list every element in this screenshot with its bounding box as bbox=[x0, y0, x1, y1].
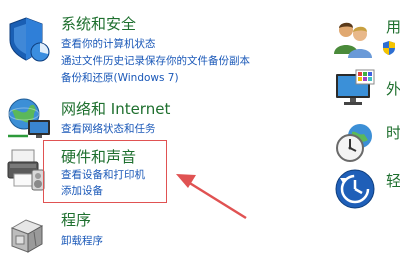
category-title-programs[interactable]: 程序 bbox=[61, 211, 91, 229]
programs-box-icon[interactable] bbox=[8, 212, 46, 256]
ease-of-access-icon[interactable] bbox=[334, 168, 376, 210]
link-view-network-status[interactable]: 查看网络状态和任务 bbox=[61, 123, 156, 136]
link-file-history[interactable]: 通过文件历史记录保存你的文件备份副本 bbox=[61, 55, 250, 68]
users-icon[interactable] bbox=[333, 18, 373, 58]
link-backup-restore[interactable]: 备份和还原(Windows 7) bbox=[61, 72, 179, 85]
network-globe-icon[interactable] bbox=[6, 96, 54, 140]
printer-icon[interactable] bbox=[6, 146, 46, 192]
category-title-network-internet[interactable]: 网络和 Internet bbox=[61, 100, 170, 118]
link-uninstall-program[interactable]: 卸载程序 bbox=[61, 235, 103, 248]
category-title-appearance[interactable]: 外 bbox=[386, 80, 400, 98]
category-title-system-security[interactable]: 系统和安全 bbox=[61, 15, 136, 33]
link-view-computer-status[interactable]: 查看你的计算机状态 bbox=[61, 38, 156, 51]
display-icon[interactable] bbox=[334, 68, 376, 110]
annotation-highlight-box bbox=[43, 140, 167, 203]
category-title-clock-region[interactable]: 时 bbox=[386, 124, 400, 142]
clock-globe-icon[interactable] bbox=[334, 122, 378, 164]
category-title-user-accounts[interactable]: 用 bbox=[386, 18, 400, 36]
uac-shield-icon bbox=[383, 41, 395, 55]
shield-icon[interactable] bbox=[6, 14, 50, 64]
annotation-arrow bbox=[176, 174, 247, 220]
category-title-ease-of-access[interactable]: 轻 bbox=[386, 172, 400, 190]
